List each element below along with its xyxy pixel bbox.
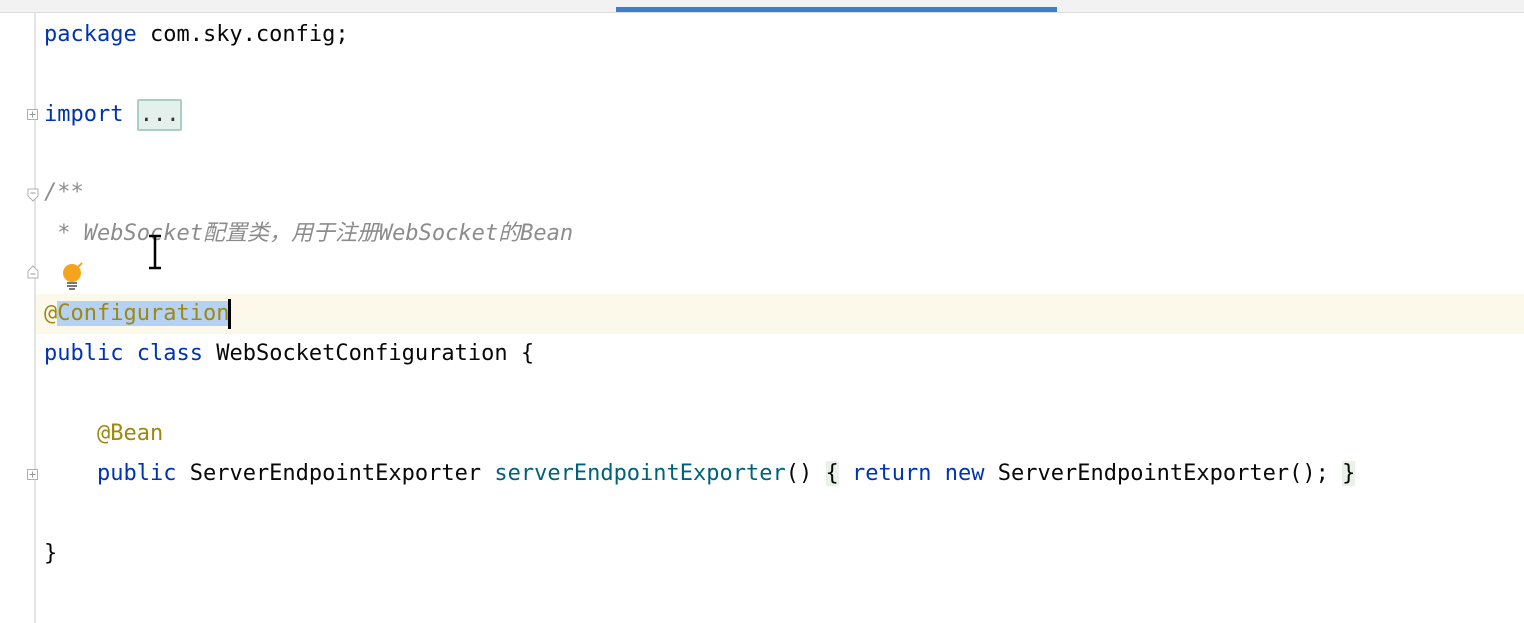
code-line-class-declaration[interactable]: public class WebSocketConfiguration {: [36, 334, 1524, 374]
keyword-new: new: [944, 461, 985, 486]
method-parens: (): [785, 461, 826, 486]
code-line-package[interactable]: package com.sky.config;: [36, 15, 1524, 55]
keyword-return: return: [852, 461, 932, 486]
keyword-import: import: [44, 102, 124, 127]
editor-gutter: [0, 13, 39, 623]
text-cursor-icon: [149, 234, 161, 270]
folded-body-open-brace[interactable]: {: [825, 461, 839, 486]
keyword-public: public: [96, 461, 177, 486]
code-line-bean-annotation[interactable]: @Bean: [36, 414, 1524, 454]
code-line-javadoc-open[interactable]: /**: [36, 173, 1524, 213]
keyword-public: public: [44, 341, 124, 366]
code-editor[interactable]: package com.sky.config; import ... /** *…: [36, 13, 1524, 623]
folded-imports[interactable]: ...: [136, 99, 183, 131]
text-caret: [228, 299, 232, 329]
method-name: serverEndpointExporter: [494, 461, 786, 486]
class-name: WebSocketConfiguration {: [202, 341, 535, 366]
return-type: ServerEndpointExporter: [176, 461, 495, 486]
keyword-package: package: [44, 22, 137, 47]
code-line-method[interactable]: public ServerEndpointExporter serverEndp…: [36, 454, 1524, 494]
code-line-import[interactable]: import ...: [36, 95, 1524, 135]
active-tab-indicator[interactable]: [616, 7, 1057, 12]
lightbulb-icon[interactable]: [58, 262, 86, 292]
class-close-brace: }: [44, 541, 58, 566]
constructor-call: ServerEndpointExporter();: [984, 461, 1343, 486]
annotation-at: @: [44, 301, 58, 326]
code-line-configuration[interactable]: @Configuration: [36, 294, 1524, 334]
code-line-javadoc-text[interactable]: * WebSocket配置类，用于注册WebSocket的Bean: [36, 214, 1524, 254]
package-name: com.sky.config;: [136, 22, 349, 47]
selected-text[interactable]: Configuration: [57, 301, 230, 326]
code-line-class-close[interactable]: }: [36, 534, 1524, 574]
keyword-class: class: [136, 341, 203, 366]
editor-tab-bar: [0, 0, 1524, 13]
bean-annotation: @Bean: [96, 421, 164, 446]
javadoc-text: * WebSocket配置类，用于注册WebSocket的Bean: [44, 221, 574, 246]
folded-body-close-brace[interactable]: }: [1342, 461, 1356, 486]
javadoc-open: /**: [44, 180, 84, 205]
